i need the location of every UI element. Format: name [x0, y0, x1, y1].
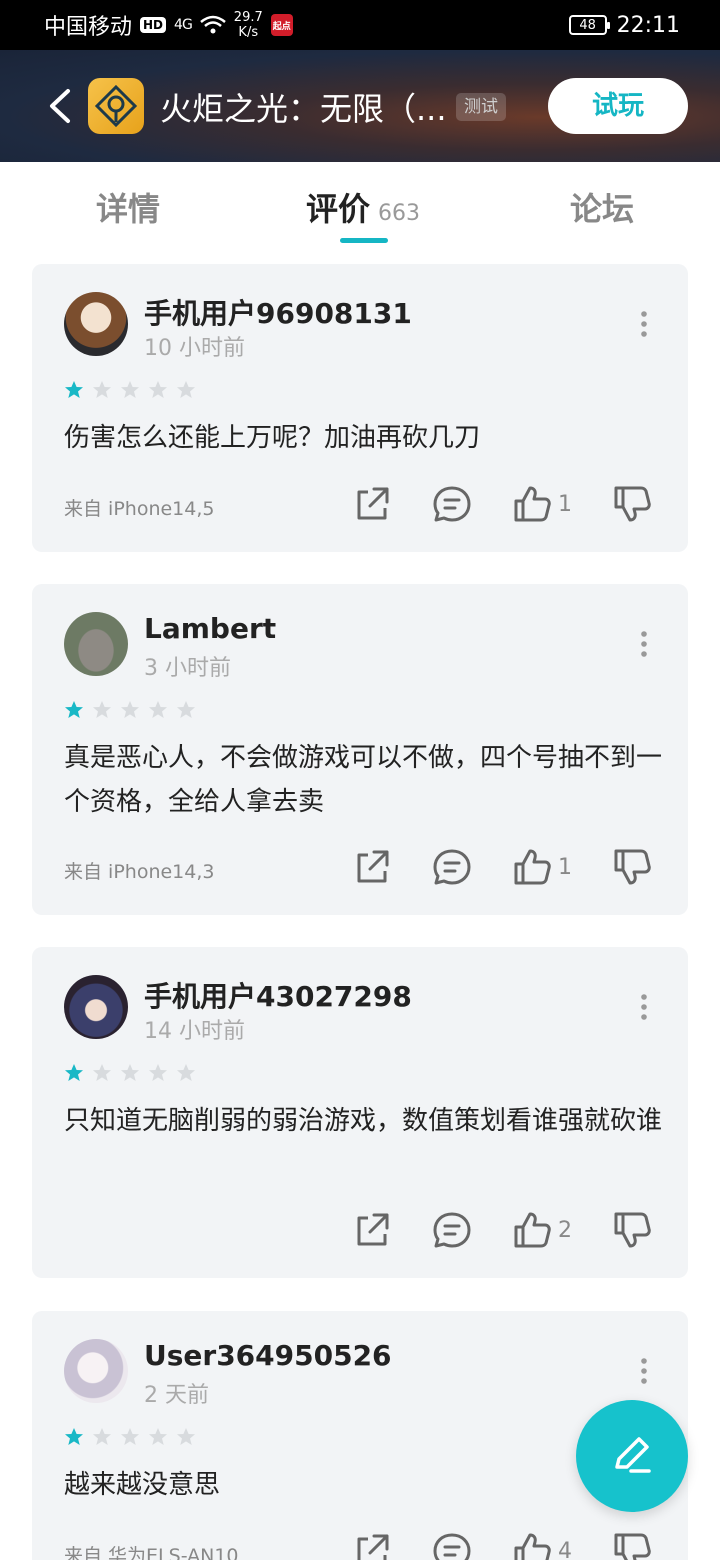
star-icon [177, 1064, 195, 1081]
tab-reviews[interactable]: 评价 663 [306, 184, 420, 230]
review-device: 来自 iPhone14,5 [64, 498, 215, 520]
star-icon [65, 381, 83, 398]
battery-icon: 48 [568, 15, 610, 35]
review-username[interactable]: Lambert [144, 612, 276, 645]
avatar[interactable] [64, 292, 128, 356]
review-username[interactable]: 手机用户43027298 [144, 975, 412, 1015]
review-device: 来自 华为ELS-AN10 [64, 1545, 239, 1560]
star-icon [121, 701, 139, 718]
star-icon [149, 1428, 167, 1445]
app-notification-icon: 起点 [270, 14, 293, 36]
like-count: 2 [558, 1217, 572, 1243]
tab-reviews-label: 评价 [306, 190, 371, 228]
pen-icon [615, 1437, 651, 1473]
review-time: 3 小时前 [144, 656, 231, 681]
review-actions: 1 [312, 484, 652, 524]
clock: 22:11 [616, 12, 680, 38]
comment-icon[interactable] [432, 1531, 472, 1560]
dislike-icon[interactable] [612, 1531, 652, 1560]
test-badge: 测试 [456, 93, 506, 121]
more-options-icon[interactable] [640, 630, 648, 658]
review-card: Lambert 3 小时前 真是恶心人，不会做游戏可以不做，四个号抽不到一个资格… [32, 584, 688, 915]
star-icon [177, 381, 195, 398]
comment-icon[interactable] [432, 847, 472, 887]
status-bar: 中国移动 HD 4G 29.7 K/s 起点 48 22:11 [0, 0, 720, 50]
review-actions: 2 [312, 1210, 652, 1250]
avatar[interactable] [64, 1339, 128, 1403]
game-icon [88, 78, 144, 134]
review-card: 手机用户96908131 10 小时前 伤害怎么还能上万呢？加油再砍几刀 来自 … [32, 264, 688, 552]
like-count: 4 [558, 1538, 572, 1560]
star-icon [93, 701, 111, 718]
share-icon[interactable] [352, 484, 392, 524]
rating-stars [64, 1063, 196, 1083]
star-icon [177, 1428, 195, 1445]
star-icon [65, 1064, 83, 1081]
like-icon[interactable] [512, 847, 552, 887]
review-time: 2 天前 [144, 1383, 209, 1408]
star-icon [149, 1064, 167, 1081]
rating-stars [64, 380, 196, 400]
signal-icon: 4G [174, 17, 193, 33]
review-time: 14 小时前 [144, 1019, 245, 1044]
rating-stars [64, 700, 196, 720]
dislike-icon[interactable] [612, 484, 652, 524]
star-icon [65, 1428, 83, 1445]
review-device: 来自 iPhone14,3 [64, 861, 215, 883]
like-count: 1 [558, 491, 572, 517]
dislike-icon[interactable] [612, 847, 652, 887]
review-content: 真是恶心人，不会做游戏可以不做，四个号抽不到一个资格，全给人拿去卖 [64, 743, 663, 817]
comment-icon[interactable] [432, 484, 472, 524]
wifi-icon [199, 15, 226, 34]
review-content: 伤害怎么还能上万呢？加油再砍几刀 [64, 423, 481, 453]
review-username[interactable]: User364950526 [144, 1339, 392, 1372]
tab-indicator [340, 238, 388, 243]
review-content: 越来越没意思 [64, 1470, 221, 1500]
tab-details[interactable]: 详情 [96, 184, 160, 230]
review-content: 只知道无脑削弱的弱治游戏，数值策划看谁强就砍谁 [64, 1106, 663, 1136]
tab-bar: 详情 评价 663 论坛 [0, 162, 720, 252]
more-options-icon[interactable] [640, 310, 648, 338]
page-title: 火炬之光：无限（... [160, 90, 447, 128]
star-icon [121, 1064, 139, 1081]
try-play-button[interactable]: 试玩 [548, 78, 688, 134]
more-options-icon[interactable] [640, 1357, 648, 1385]
back-arrow-icon[interactable] [46, 88, 74, 124]
review-time: 10 小时前 [144, 336, 245, 361]
review-username[interactable]: 手机用户96908131 [144, 292, 412, 332]
more-options-icon[interactable] [640, 993, 648, 1021]
star-icon [93, 1428, 111, 1445]
app-header: 火炬之光：无限（... 测试 试玩 [0, 50, 720, 162]
star-icon [93, 1064, 111, 1081]
star-icon [149, 701, 167, 718]
like-icon[interactable] [512, 484, 552, 524]
avatar[interactable] [64, 612, 128, 676]
rating-stars [64, 1427, 196, 1447]
carrier-label: 中国移动 [44, 15, 133, 40]
review-actions: 4 [312, 1531, 652, 1560]
tab-forum[interactable]: 论坛 [570, 184, 634, 230]
star-icon [177, 701, 195, 718]
avatar[interactable] [64, 975, 128, 1039]
star-icon [121, 381, 139, 398]
star-icon [93, 381, 111, 398]
star-icon [65, 701, 83, 718]
comment-icon[interactable] [432, 1210, 472, 1250]
share-icon[interactable] [352, 1210, 392, 1250]
share-icon[interactable] [352, 1531, 392, 1560]
dislike-icon[interactable] [612, 1210, 652, 1250]
review-card: 手机用户43027298 14 小时前 只知道无脑削弱的弱治游戏，数值策划看谁强… [32, 947, 688, 1278]
share-icon[interactable] [352, 847, 392, 887]
like-icon[interactable] [512, 1210, 552, 1250]
review-actions: 1 [312, 847, 652, 887]
tab-reviews-count: 663 [378, 201, 421, 226]
network-speed: 29.7 K/s [233, 10, 263, 40]
star-icon [149, 381, 167, 398]
like-icon[interactable] [512, 1531, 552, 1560]
star-icon [121, 1428, 139, 1445]
write-review-button[interactable] [576, 1400, 688, 1512]
like-count: 1 [558, 854, 572, 880]
hd-badge: HD [140, 17, 167, 33]
